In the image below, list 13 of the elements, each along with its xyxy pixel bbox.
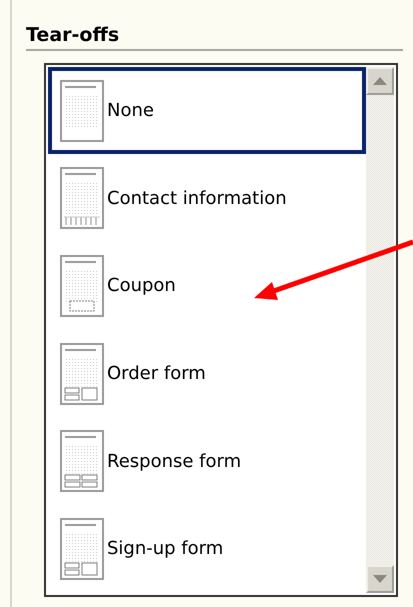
- section-title: Tear-offs: [26, 24, 120, 47]
- scroll-up-button[interactable]: [366, 66, 394, 95]
- scrollbar[interactable]: [366, 66, 394, 593]
- scroll-down-button[interactable]: [366, 564, 394, 593]
- page-layout-icon: [60, 167, 104, 230]
- page-layout-icon: [60, 80, 104, 142]
- page-layout-icon: [60, 342, 104, 405]
- page-layout-icon: [60, 254, 104, 317]
- down-arrow-icon: [373, 574, 387, 583]
- page-layout-icon: [60, 518, 104, 580]
- tear-off-option[interactable]: None: [48, 66, 366, 154]
- page-layout-icon: [60, 430, 104, 492]
- up-arrow-icon: [373, 76, 387, 85]
